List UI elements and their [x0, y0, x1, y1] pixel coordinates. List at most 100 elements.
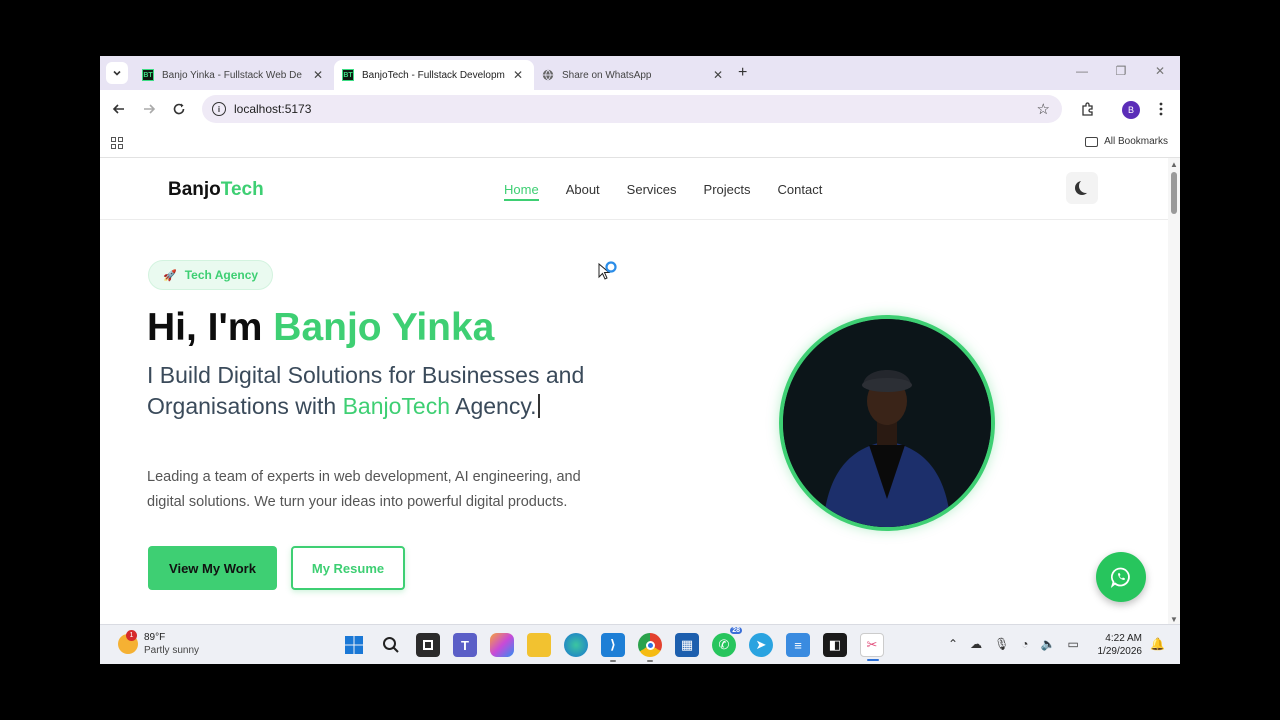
hero-title-prefix: Hi, I'm	[147, 306, 274, 349]
tab-banjotech[interactable]: BT BanjoTech - Fullstack Developm ✕	[334, 60, 534, 90]
task-view-button[interactable]	[416, 633, 440, 657]
tab-title: BanjoTech - Fullstack Developm	[362, 69, 505, 81]
start-button[interactable]	[342, 633, 366, 657]
taskbar-apps: T ⟩ ▦ ✆ 28 ➤ ≡ ◧ ✂	[342, 627, 884, 662]
folder-icon	[1085, 136, 1099, 147]
site-info-icon[interactable]: i	[212, 102, 226, 116]
capcut-icon: ◧	[828, 637, 842, 652]
system-clock[interactable]: 4:22 AM 1/29/2026	[1090, 632, 1143, 658]
typing-cursor	[537, 394, 540, 418]
notepad-app[interactable]: ≡	[786, 633, 810, 657]
all-bookmarks-button[interactable]: All Bookmarks	[1085, 136, 1168, 147]
close-tab-icon[interactable]: ✕	[510, 68, 526, 82]
scrollbar-thumb[interactable]	[1171, 172, 1177, 214]
subtitle-part-b: Agency.	[450, 393, 537, 419]
restore-button[interactable]: ❐	[1111, 64, 1131, 78]
running-indicator	[867, 659, 879, 661]
store-app[interactable]: ▦	[675, 633, 699, 657]
minimize-button[interactable]: —	[1072, 64, 1092, 78]
menu-button[interactable]	[1150, 98, 1172, 120]
more-vertical-icon	[1159, 102, 1163, 116]
snipping-tool-app[interactable]: ✂	[860, 633, 884, 661]
loading-cursor-icon	[598, 260, 620, 285]
snipping-tool-icon: ✂	[866, 637, 878, 652]
hero-title: Hi, I'm Banjo Yinka	[147, 306, 494, 350]
reload-button[interactable]	[168, 98, 190, 120]
copilot-app[interactable]	[490, 633, 514, 657]
badge-label: Tech Agency	[184, 268, 259, 282]
view-my-work-button[interactable]: View My Work	[148, 546, 277, 590]
clock-time: 4:22 AM	[1105, 633, 1142, 644]
apps-grid-icon[interactable]	[111, 137, 123, 149]
telegram-icon: ➤	[755, 637, 767, 652]
moon-icon	[1079, 179, 1093, 193]
teams-icon: T	[461, 637, 469, 653]
running-indicator	[647, 660, 653, 662]
whatsapp-icon: ✆	[718, 637, 730, 652]
tab-search-button[interactable]	[106, 62, 128, 84]
tab-banjo-yinka[interactable]: BT Banjo Yinka - Fullstack Web De ✕	[134, 60, 334, 90]
running-indicator	[610, 660, 616, 662]
puzzle-icon	[1081, 101, 1093, 116]
wifi-icon[interactable]: ◔	[1021, 637, 1028, 651]
url-text: localhost:5173	[234, 102, 312, 116]
file-explorer-app[interactable]	[527, 633, 551, 657]
close-tab-icon[interactable]: ✕	[710, 68, 726, 82]
chevron-up-icon[interactable]: ⌃	[948, 637, 958, 651]
telegram-app[interactable]: ➤	[749, 633, 773, 657]
cloud-sync-icon[interactable]: ☁	[970, 637, 982, 651]
nav-services[interactable]: Services	[627, 182, 677, 201]
nav-about[interactable]: About	[566, 182, 600, 201]
tab-title: Share on WhatsApp	[562, 69, 652, 81]
windows-logo-icon	[345, 636, 363, 654]
nav-contact[interactable]: Contact	[778, 182, 823, 201]
theme-toggle-button[interactable]	[1066, 172, 1098, 204]
edge-app[interactable]	[564, 633, 588, 657]
speaker-icon[interactable]: 🔈	[1041, 637, 1056, 651]
whatsapp-chat-button[interactable]	[1096, 552, 1146, 602]
weather-condition: Partly sunny	[144, 645, 200, 656]
arrow-right-icon	[144, 104, 156, 114]
capcut-app[interactable]: ◧	[823, 633, 847, 657]
web-page: BanjoTech Home About Services Projects C…	[100, 158, 1180, 624]
scroll-up-arrow-icon[interactable]: ▲	[1170, 160, 1178, 169]
store-icon: ▦	[680, 637, 694, 652]
close-window-button[interactable]: ✕	[1150, 64, 1170, 78]
whatsapp-icon	[1110, 567, 1130, 588]
microphone-icon[interactable]: 🎙	[994, 637, 1009, 651]
tab-share-on-whatsapp[interactable]: Share on WhatsApp ✕	[534, 60, 734, 90]
chrome-app[interactable]	[638, 633, 662, 662]
logo-main: Banjo	[168, 179, 221, 200]
hero-description: Leading a team of experts in web develop…	[147, 469, 581, 510]
forward-button[interactable]	[138, 98, 160, 120]
search-button[interactable]	[379, 633, 403, 657]
battery-icon[interactable]: ▭	[1068, 637, 1079, 651]
profile-avatar[interactable]: B	[1122, 101, 1140, 119]
hero-title-name: Banjo Yinka	[273, 306, 495, 349]
page-scrollbar[interactable]: ▲ ▼	[1168, 158, 1180, 624]
back-button[interactable]	[108, 98, 130, 120]
site-logo[interactable]: BanjoTech	[168, 179, 264, 201]
search-icon	[383, 637, 399, 653]
all-bookmarks-label: All Bookmarks	[1104, 136, 1168, 147]
new-tab-button[interactable]: +	[738, 64, 747, 82]
system-tray: ⌃ ☁ 🎙 ◔ 🔈 ▭	[948, 637, 1079, 651]
logo-accent: Tech	[220, 179, 264, 200]
close-tab-icon[interactable]: ✕	[310, 68, 326, 82]
weather-widget[interactable]: 1 89°F Partly sunny	[118, 630, 200, 657]
chevron-down-icon	[113, 70, 121, 76]
partly-sunny-icon: 1	[118, 630, 138, 654]
nav-projects[interactable]: Projects	[704, 182, 751, 201]
nav-home[interactable]: Home	[504, 182, 539, 201]
hero-subtitle: I Build Digital Solutions for Businesses…	[147, 360, 617, 422]
vscode-app[interactable]: ⟩	[601, 633, 625, 662]
whatsapp-app[interactable]: ✆ 28	[712, 627, 742, 657]
my-resume-button[interactable]: My Resume	[291, 546, 405, 590]
tech-agency-badge: 🚀 Tech Agency	[148, 260, 274, 290]
bookmark-star-icon[interactable]: ☆	[1037, 100, 1050, 118]
address-bar[interactable]: i localhost:5173 ☆	[202, 95, 1062, 123]
scroll-down-arrow-icon[interactable]: ▼	[1170, 615, 1178, 624]
notification-bell-icon[interactable]: 🔔	[1150, 637, 1165, 651]
teams-app[interactable]: T	[453, 633, 477, 657]
extensions-button[interactable]	[1076, 98, 1098, 120]
